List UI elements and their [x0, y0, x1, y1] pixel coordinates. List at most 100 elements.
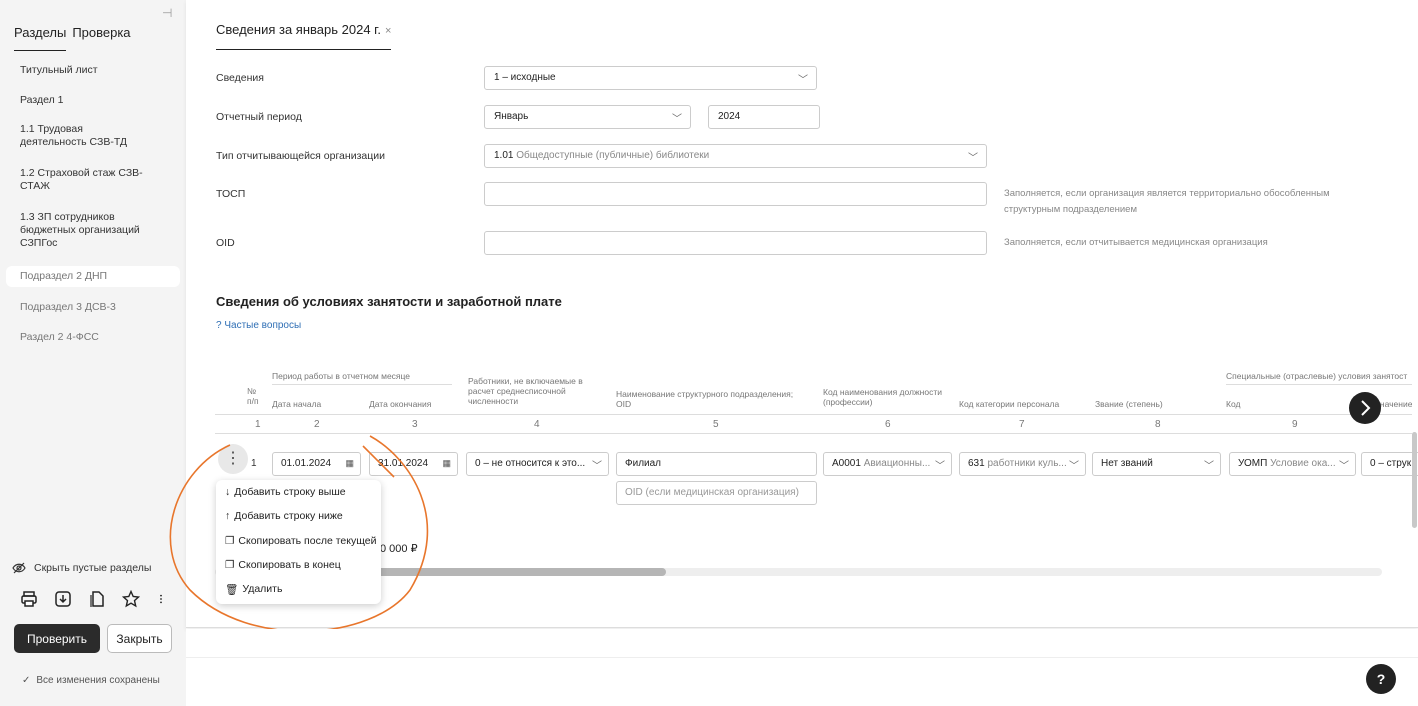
- category-text: работники куль...: [987, 458, 1067, 469]
- eye-off-icon: [12, 562, 26, 574]
- divider: [272, 384, 452, 385]
- position-select[interactable]: А0001 Авиационны... ﹀: [823, 452, 952, 476]
- star-icon[interactable]: [122, 590, 140, 608]
- sidebar-tabs: Разделы Проверка: [14, 25, 131, 51]
- tosp-input[interactable]: [484, 182, 987, 206]
- sidebar-item-section-1[interactable]: Раздел 1: [20, 94, 170, 107]
- menu-item-label: Добавить строку выше: [234, 486, 346, 498]
- special-text: Условие ока...: [1270, 458, 1336, 469]
- svedeniya-select[interactable]: 1 – исходные ﹀: [484, 66, 817, 90]
- calendar-icon[interactable]: ▦: [345, 458, 354, 469]
- period-month-value: Январь: [494, 111, 529, 122]
- more-vertical-icon[interactable]: [156, 590, 166, 608]
- dept-input[interactable]: Филиал: [616, 452, 817, 476]
- sidebar-item-szv-td[interactable]: 1.1 Трудовая деятельность СЗВ-ТД: [20, 123, 150, 149]
- chevron-down-icon: ﹀: [968, 153, 978, 164]
- vertical-scrollbar[interactable]: [1412, 432, 1417, 528]
- sidebar-item-title-page[interactable]: Титульный лист: [20, 64, 170, 77]
- th-position: Код наименования должности (профессии): [823, 387, 942, 407]
- th-code: Код: [1226, 399, 1241, 409]
- tab-sections[interactable]: Разделы: [14, 25, 67, 51]
- faq-link-label: Частые вопросы: [224, 320, 302, 331]
- col-number: 8: [1155, 419, 1161, 430]
- th-rank: Звание (степень): [1095, 399, 1163, 409]
- chevron-down-icon: ﹀: [1204, 461, 1214, 472]
- footer-area: [186, 629, 1418, 706]
- sidebar-item-szv-stazh[interactable]: 1.2 Страховой стаж СЗВ-СТАЖ: [20, 167, 145, 193]
- category-select[interactable]: 631 работники куль... ﹀: [959, 452, 1086, 476]
- tosp-hint: Заполняется, если организация является т…: [1004, 188, 1330, 215]
- close-button[interactable]: Закрыть: [107, 624, 172, 653]
- period-month-select[interactable]: Январь ﹀: [484, 105, 691, 129]
- chevron-right-icon: [1361, 400, 1371, 416]
- col-number: 9: [1292, 419, 1298, 430]
- copy-icon[interactable]: [88, 590, 106, 608]
- faq-link[interactable]: ? Частые вопросы: [216, 320, 301, 331]
- rank-select[interactable]: Нет званий ﹀: [1092, 452, 1221, 476]
- menu-item-label: Скопировать после текущей: [238, 535, 377, 547]
- oid-label: OID: [216, 237, 235, 249]
- menu-item-label: Добавить строку ниже: [234, 510, 343, 522]
- document-tab[interactable]: Сведения за январь 2024 г. ×: [216, 22, 392, 50]
- tab-check[interactable]: Проверка: [72, 25, 130, 51]
- col-number: 6: [885, 419, 891, 430]
- menu-item-label: Скопировать в конец: [238, 559, 341, 571]
- menu-delete[interactable]: 🗑 Удалить: [225, 583, 282, 596]
- dept-value: Филиал: [625, 458, 662, 469]
- check-icon: ✓: [22, 675, 31, 686]
- th-date-end: Дата окончания: [369, 399, 432, 409]
- special-code-select[interactable]: УОМП Условие ока... ﹀: [1229, 452, 1356, 476]
- org-type-value: Общедоступные (публичные) библиотеки: [516, 150, 710, 161]
- download-icon[interactable]: [54, 590, 72, 608]
- scroll-right-button[interactable]: [1349, 392, 1381, 424]
- chevron-down-icon: ﹀: [1339, 461, 1349, 472]
- document-tab-title: Сведения за январь 2024 г.: [216, 22, 381, 37]
- org-type-select[interactable]: 1.01 Общедоступные (публичные) библиотек…: [484, 144, 987, 168]
- excluded-select[interactable]: 0 – не относится к это... ﹀: [466, 452, 609, 476]
- dept-oid-input[interactable]: OID (если медицинская организация): [616, 481, 817, 505]
- sidebar-item-4fss[interactable]: Раздел 2 4-ФСС: [20, 331, 170, 344]
- date-end-input[interactable]: 31.01.2024 ▦: [369, 452, 458, 476]
- menu-add-row-below[interactable]: ↑ Добавить строку ниже: [225, 510, 343, 522]
- tosp-label: ТОСП: [216, 188, 246, 200]
- period-year-value: 2024: [718, 111, 741, 122]
- col-number: 2: [314, 419, 320, 430]
- excluded-value: 0 – не относится к это...: [475, 458, 586, 469]
- arrow-up-icon: ↑: [225, 510, 231, 522]
- th-date-start: Дата начала: [272, 399, 322, 409]
- sidebar-item-szpgos[interactable]: 1.3 ЗП сотрудников бюджетных организаций…: [20, 211, 150, 250]
- period-year-input[interactable]: 2024: [708, 105, 820, 129]
- date-end-value: 31.01.2024: [378, 458, 429, 469]
- menu-copy-after-current[interactable]: ❐ Скопировать после текущей: [225, 535, 376, 547]
- close-tab-icon[interactable]: ×: [385, 25, 391, 37]
- print-icon[interactable]: [20, 590, 38, 608]
- col-number: 3: [412, 419, 418, 430]
- menu-add-row-above[interactable]: ↓ Добавить строку выше: [225, 486, 346, 498]
- check-button[interactable]: Проверить: [14, 624, 100, 653]
- help-button[interactable]: ?: [1366, 664, 1396, 694]
- col-number: 5: [713, 419, 719, 430]
- divider: [215, 414, 1412, 415]
- copy-icon: ❐: [225, 559, 235, 571]
- calendar-icon[interactable]: ▦: [442, 458, 451, 469]
- org-type-label: Тип отчитывающейся организации: [216, 150, 385, 162]
- date-start-input[interactable]: 01.01.2024 ▦: [272, 452, 361, 476]
- dept-oid-placeholder: OID (если медицинская организация): [625, 487, 799, 498]
- date-start-value: 01.01.2024: [281, 458, 332, 469]
- menu-copy-to-end[interactable]: ❐ Скопировать в конец: [225, 559, 341, 571]
- row-actions-button[interactable]: ⋮: [218, 444, 248, 474]
- rank-value: Нет званий: [1101, 458, 1153, 469]
- sidebar: Разделы Проверка ⊣ Титульный лист Раздел…: [0, 0, 186, 706]
- sidebar-item-dnp[interactable]: Подраздел 2 ДНП: [6, 266, 180, 287]
- hide-empty-toggle[interactable]: Скрыть пустые разделы: [12, 562, 151, 574]
- sidebar-item-dsv3[interactable]: Подраздел 3 ДСВ-3: [20, 301, 170, 314]
- special-value-select[interactable]: 0 – струк: [1361, 452, 1418, 476]
- position-code: А0001: [832, 458, 861, 469]
- pin-icon[interactable]: ⊣: [162, 6, 172, 20]
- period-label: Отчетный период: [216, 111, 302, 123]
- hide-empty-label: Скрыть пустые разделы: [34, 562, 152, 574]
- chevron-down-icon: ﹀: [592, 461, 602, 472]
- row-number: 1: [251, 458, 257, 469]
- th-category: Код категории персонала: [959, 399, 1060, 409]
- oid-input[interactable]: [484, 231, 987, 255]
